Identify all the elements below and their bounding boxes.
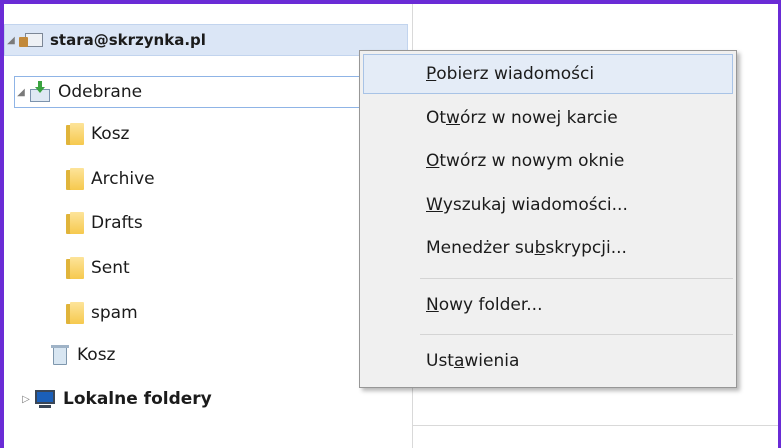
tree-item-folder[interactable]: spam <box>66 297 138 329</box>
trash-icon <box>50 344 70 366</box>
expand-triangle-icon[interactable]: ◢ <box>5 35 17 46</box>
menu-label-part: wienia <box>464 351 520 371</box>
tree-item-local-folders[interactable]: ▷ Lokalne foldery <box>20 383 212 415</box>
menu-item-subscription-manager[interactable]: Menedżer su b skrypcji... <box>363 228 733 268</box>
menu-label-part: órz w nowej karcie <box>459 108 618 128</box>
menu-accel-key: O <box>426 151 440 171</box>
folder-label: Sent <box>91 258 130 278</box>
account-label: stara@skrzynka.pl <box>50 31 206 49</box>
menu-separator <box>420 278 733 279</box>
menu-accel-key: W <box>426 195 443 215</box>
menu-item-open-new-window[interactable]: Otwórz w nowym oknie <box>363 141 733 181</box>
folder-icon <box>66 257 84 279</box>
local-folders-label: Lokalne foldery <box>63 389 212 409</box>
menu-accel-key: N <box>426 295 439 315</box>
folder-label: Kosz <box>91 124 130 144</box>
tree-item-trash[interactable]: Kosz <box>50 339 115 371</box>
inbox-label: Odebrane <box>58 82 143 102</box>
collapsed-triangle-icon[interactable]: ▷ <box>20 394 32 405</box>
menu-label-part: twórz w nowym oknie <box>439 151 625 171</box>
menu-label-part: Ot <box>426 108 447 128</box>
pane-divider <box>413 425 778 426</box>
folder-icon <box>66 212 84 234</box>
menu-item-new-folder[interactable]: Nowy folder... <box>363 285 733 325</box>
computer-icon <box>34 389 56 409</box>
mail-account-icon <box>19 31 43 49</box>
menu-label-part: Ust <box>426 351 454 371</box>
expand-triangle-icon[interactable]: ◢ <box>15 87 27 98</box>
tree-item-folder[interactable]: Drafts <box>66 207 143 239</box>
folder-label: Drafts <box>91 213 143 233</box>
menu-accel-key: a <box>453 351 465 371</box>
folder-icon <box>66 302 84 324</box>
menu-label-part: Menedżer su <box>426 238 535 258</box>
inbox-icon <box>29 81 51 103</box>
folder-label: Archive <box>91 169 155 189</box>
menu-item-search-messages[interactable]: Wyszukaj wiadomości... <box>363 185 733 225</box>
menu-label-part: owy folder... <box>438 295 543 315</box>
folder-icon <box>66 168 84 190</box>
folder-icon <box>66 123 84 145</box>
menu-label-part: yszukaj wiadomości... <box>442 195 628 215</box>
tree-item-account[interactable]: ◢ stara@skrzynka.pl <box>4 24 408 56</box>
tree-item-folder[interactable]: Kosz <box>66 118 129 150</box>
tree-item-folder[interactable]: Sent <box>66 252 130 284</box>
menu-separator <box>420 334 733 335</box>
menu-accel-key: b <box>534 238 546 258</box>
menu-label-part: skrypcji... <box>545 238 627 258</box>
menu-label-part: obierz wiadomości <box>436 64 595 84</box>
menu-accel-key: P <box>426 64 437 84</box>
tree-item-folder[interactable]: Archive <box>66 163 155 195</box>
trash-label: Kosz <box>77 345 116 365</box>
menu-item-settings[interactable]: Ust a wienia <box>363 341 733 381</box>
menu-accel-key: w <box>446 108 460 128</box>
folder-label: spam <box>91 303 138 323</box>
context-menu: Pobierz wiadomości Ot w órz w nowej karcie… <box>359 50 737 388</box>
menu-item-open-new-tab[interactable]: Ot w órz w nowej karcie <box>363 98 733 138</box>
menu-item-get-messages[interactable]: Pobierz wiadomości <box>363 54 733 94</box>
tree-item-inbox[interactable]: ◢ Odebrane <box>14 76 408 108</box>
